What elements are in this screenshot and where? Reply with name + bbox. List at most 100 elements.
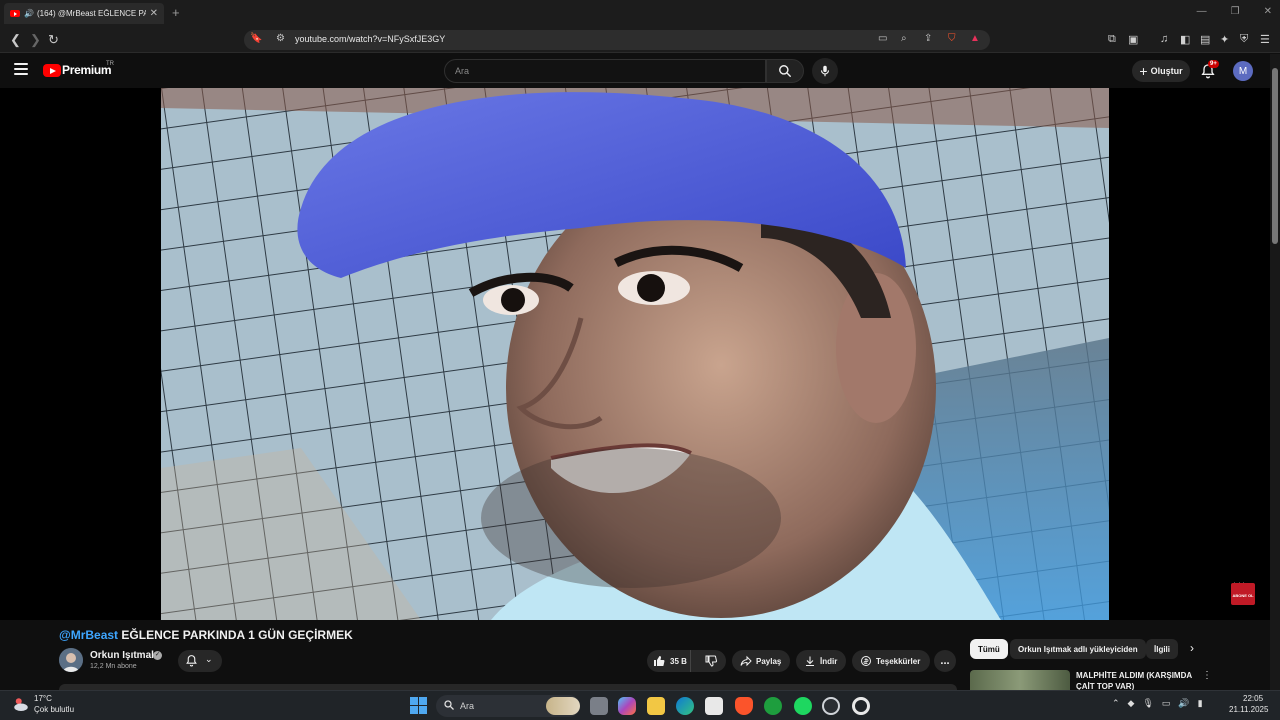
weather-cloud-icon[interactable] — [12, 696, 30, 714]
chip-related[interactable]: İlgili — [1146, 639, 1178, 659]
battery-icon[interactable]: ▮ — [1198, 698, 1203, 709]
search-button[interactable] — [766, 59, 804, 83]
thanks-button[interactable]: Teşekkürler — [852, 650, 930, 672]
avatar[interactable]: M — [1233, 61, 1253, 81]
cast-icon[interactable]: ▭ — [878, 33, 887, 44]
like-dislike-group: 35 B — [647, 650, 726, 672]
tab-title: (164) @MrBeast EĞLENCE PA — [36, 9, 146, 18]
close-tab-icon[interactable]: ✕ — [150, 8, 158, 19]
task-view-icon[interactable] — [590, 697, 608, 715]
search-input[interactable] — [444, 59, 766, 83]
reload-icon[interactable]: ↻ — [48, 32, 59, 48]
browser-nav-bar: ❮ ❯ ↻ 🔖 ⚙ youtube.com/watch?v=NFySxfJE3G… — [0, 27, 1280, 53]
maximize-icon[interactable]: ❐ — [1231, 6, 1240, 17]
site-info-icon[interactable]: ⚙ — [276, 33, 285, 44]
vpn-icon[interactable]: ⛨ — [1240, 33, 1248, 46]
rewards-icon[interactable]: ▲ — [970, 33, 980, 44]
steam-tray-icon[interactable]: ◆ — [1128, 698, 1135, 709]
minimize-icon[interactable]: — — [1197, 6, 1207, 17]
address-bar[interactable]: 🔖 ⚙ youtube.com/watch?v=NFySxfJE3GY ▭ ⌕ … — [244, 30, 990, 50]
volume-icon[interactable]: 🔊 — [1178, 698, 1189, 709]
channel-name[interactable]: Orkun Işıtmak — [90, 650, 157, 661]
notification-badge: 9+ — [1208, 60, 1219, 68]
window-controls: — ❐ ✕ — [1197, 6, 1272, 17]
search-highlight-icon[interactable] — [546, 697, 580, 715]
video-still-image — [161, 88, 1109, 620]
voice-search-button[interactable] — [812, 58, 838, 84]
leo-ai-icon[interactable]: ✦ — [1220, 33, 1229, 46]
share-arrow-icon — [740, 655, 752, 667]
sidebar-icon[interactable]: ◧ — [1180, 33, 1190, 46]
search-icon — [779, 65, 791, 77]
download-button[interactable]: İndir — [796, 650, 846, 672]
recommendation-title[interactable]: MALPHİTE ALDIM (KARŞIMDA ÇAİT TOP VAR) — [1076, 670, 1196, 690]
chip-from-uploader[interactable]: Orkun Işıtmak adlı yükleyiciden — [1010, 639, 1146, 659]
video-player[interactable] — [0, 88, 1270, 620]
brave-shield-icon[interactable]: ⛉ — [948, 33, 956, 44]
close-window-icon[interactable]: ✕ — [1264, 6, 1272, 17]
weather-temperature[interactable]: 17°C — [34, 694, 52, 703]
copilot-icon[interactable] — [618, 697, 636, 715]
screenshot-icon[interactable]: ▣ — [1128, 33, 1138, 46]
more-vert-icon[interactable]: ⋮ — [1202, 670, 1212, 681]
extensions-icon[interactable]: ⧉ — [1108, 33, 1116, 46]
chevron-up-icon[interactable]: ⌃ — [1112, 698, 1120, 709]
speaker-icon[interactable]: 🔊 — [24, 9, 34, 18]
browser-menu-icon[interactable]: ☰ — [1260, 33, 1270, 46]
video-title: @MrBeast EĞLENCE PARKINDA 1 GÜN GEÇİRMEK — [59, 628, 353, 642]
back-icon[interactable]: ❮ — [10, 32, 21, 48]
network-icon[interactable]: ▭ — [1162, 698, 1171, 709]
weather-description[interactable]: Çok bulutlu — [34, 705, 74, 714]
wallet-icon[interactable]: ▤ — [1200, 33, 1210, 46]
subscription-bell-button[interactable]: ⌄ — [178, 650, 222, 672]
channel-avatar[interactable] — [59, 648, 83, 672]
share-button[interactable]: Paylaş — [732, 650, 790, 672]
bookmark-icon[interactable]: 🔖 — [250, 33, 262, 44]
video-frame[interactable] — [161, 88, 1109, 620]
dislike-icon — [705, 655, 717, 667]
browser-tab[interactable]: 🔊 (164) @MrBeast EĞLENCE PA ✕ — [4, 3, 164, 24]
spotify-icon[interactable] — [794, 697, 812, 715]
forward-icon[interactable]: ❯ — [30, 32, 41, 48]
download-label: İndir — [820, 656, 838, 666]
browser-tab-strip: 🔊 (164) @MrBeast EĞLENCE PA ✕ + — ❐ ✕ — [0, 0, 1280, 27]
more-actions-button[interactable]: ... — [934, 650, 956, 672]
share-icon[interactable]: ⇪ — [924, 33, 932, 44]
windows-start-icon[interactable] — [410, 697, 427, 714]
share-label: Paylaş — [756, 656, 782, 666]
edge-icon[interactable] — [676, 697, 694, 715]
music-icon[interactable]: ♫ — [1160, 33, 1168, 45]
scrollbar-thumb[interactable] — [1272, 68, 1278, 244]
xbox-icon[interactable] — [764, 697, 782, 715]
microphone-icon[interactable]: 🎙 — [1142, 698, 1153, 709]
like-icon — [654, 656, 665, 666]
subscribe-overlay-badge[interactable]: ABONE OL — [1231, 583, 1255, 605]
zoom-icon[interactable]: ⌕ — [901, 33, 907, 44]
dislike-button[interactable] — [695, 650, 726, 672]
title-mention-link[interactable]: @MrBeast — [59, 628, 118, 642]
bell-icon — [186, 655, 197, 667]
file-explorer-icon[interactable] — [647, 697, 665, 715]
brave-icon[interactable] — [735, 697, 753, 715]
url-text[interactable]: youtube.com/watch?v=NFySxfJE3GY — [295, 34, 445, 44]
new-tab-button[interactable]: + — [172, 5, 180, 20]
obs-icon[interactable] — [852, 697, 870, 715]
clock-time[interactable]: 22:05 — [1243, 694, 1263, 703]
chevron-down-icon: ⌄ — [205, 654, 213, 664]
menu-icon[interactable] — [14, 63, 28, 75]
like-button[interactable]: 35 B — [647, 650, 692, 672]
country-code: TR — [106, 61, 114, 67]
youtube-logo-icon[interactable] — [43, 64, 61, 77]
clock-date[interactable]: 21.11.2025 — [1229, 705, 1268, 714]
store-icon[interactable] — [705, 697, 723, 715]
page-scrollbar[interactable] — [1270, 54, 1280, 690]
recommendation-thumbnail[interactable] — [970, 670, 1070, 690]
chip-all[interactable]: Tümü — [970, 639, 1008, 659]
chevron-right-icon[interactable]: › — [1190, 641, 1194, 655]
search-icon — [444, 700, 454, 710]
title-text: EĞLENCE PARKINDA 1 GÜN GEÇİRMEK — [118, 628, 353, 642]
create-button[interactable]: + Oluştur — [1132, 60, 1190, 82]
steam-icon[interactable] — [822, 697, 840, 715]
youtube-premium-logo-text[interactable]: Premium — [62, 63, 112, 77]
youtube-header: Premium TR + Oluştur 9+ M — [0, 54, 1280, 88]
